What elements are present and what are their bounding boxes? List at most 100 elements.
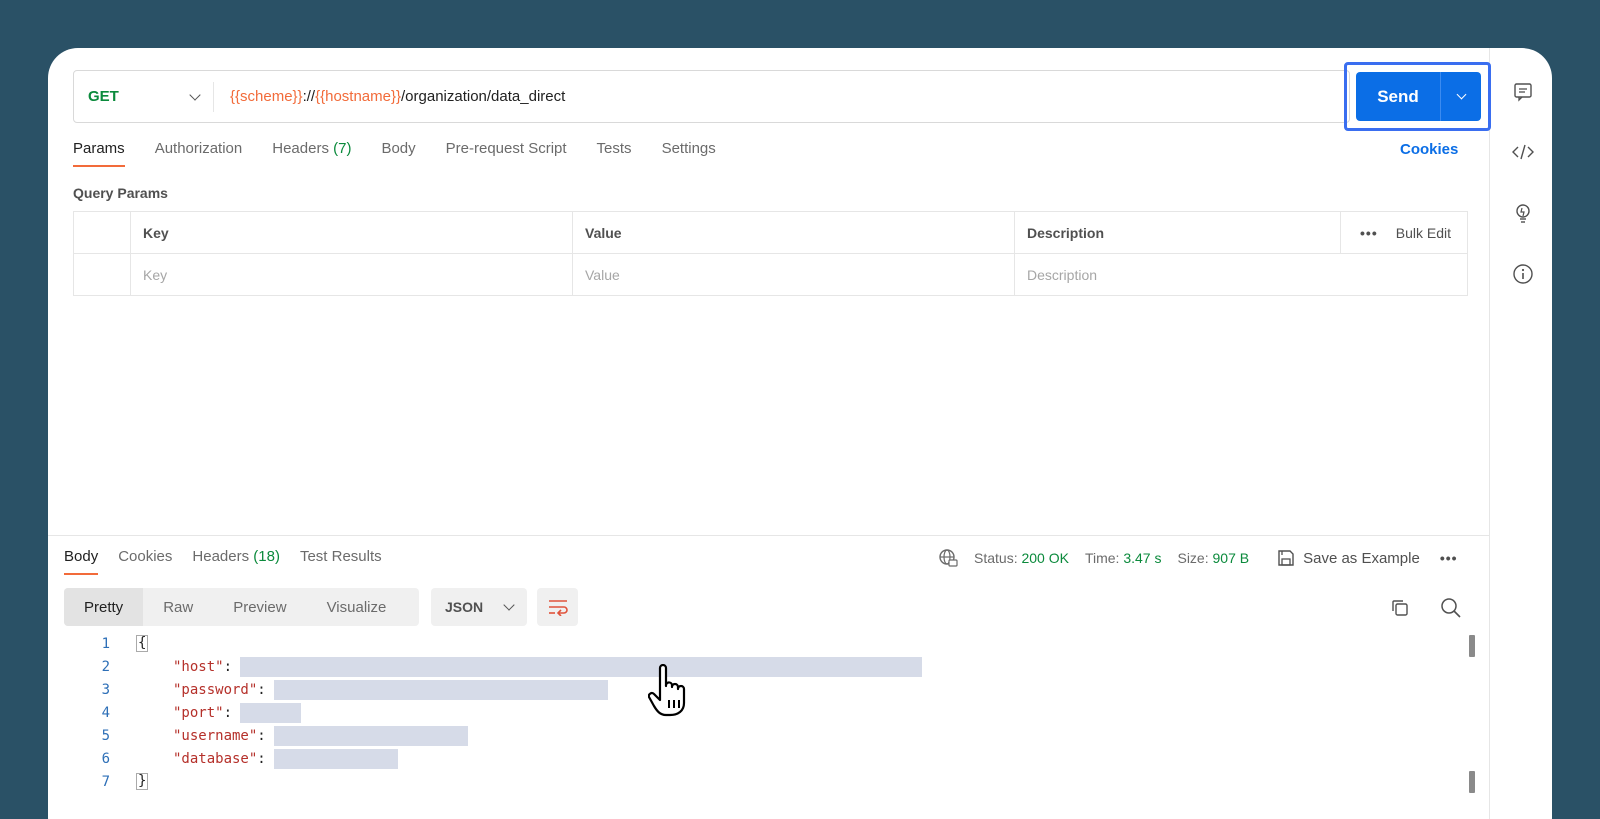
code-line: 1{: [64, 632, 1464, 655]
lightbulb-icon[interactable]: [1511, 201, 1535, 225]
table-row: Key Value Description: [74, 254, 1467, 296]
query-params-title: Query Params: [73, 185, 168, 201]
tab-headers[interactable]: Headers (7): [272, 140, 351, 167]
info-icon[interactable]: [1511, 262, 1535, 286]
chevron-down-icon: [503, 599, 515, 611]
response-divider[interactable]: [48, 535, 1489, 536]
code-line: 5 "username":: [64, 724, 1464, 747]
view-mode-visualize[interactable]: Visualize: [307, 588, 407, 626]
chevron-down-icon: [1456, 89, 1466, 100]
tab-label: Headers: [192, 548, 250, 565]
time-value: 3.47 s: [1123, 550, 1162, 566]
comments-icon[interactable]: [1511, 80, 1535, 104]
tab-label: Headers: [272, 140, 329, 157]
table-header-row: Key Value Description ••• Bulk Edit: [74, 212, 1467, 254]
json-key: "host":: [173, 658, 233, 675]
status-label: Status:: [974, 550, 1018, 566]
redacted-value: [274, 680, 608, 700]
view-mode-raw[interactable]: Raw: [143, 588, 213, 626]
response-tab-body[interactable]: Body: [64, 548, 99, 575]
bulk-edit-group: ••• Bulk Edit: [1341, 212, 1467, 253]
cookies-link[interactable]: Cookies: [1400, 141, 1458, 158]
send-button-group[interactable]: Send: [1356, 72, 1481, 121]
view-mode-preview[interactable]: Preview: [213, 588, 306, 626]
description-input[interactable]: Description: [1015, 254, 1467, 296]
json-colon: :: [223, 704, 233, 721]
method-select[interactable]: GET: [74, 81, 214, 112]
response-tabs: Body Cookies Headers (18) Test Results: [64, 548, 402, 575]
format-select[interactable]: JSON: [431, 588, 527, 626]
column-header-key: Key: [131, 212, 573, 253]
size-value: 907 B: [1212, 550, 1250, 566]
copy-icon[interactable]: [1390, 598, 1410, 618]
table-cell: [74, 212, 131, 253]
json-colon: :: [257, 750, 266, 767]
response-tab-test-results[interactable]: Test Results: [300, 548, 382, 575]
save-as-example-button[interactable]: Save as Example: [1277, 549, 1420, 567]
value-input[interactable]: Value: [573, 254, 1015, 296]
tab-count: (7): [328, 140, 352, 157]
tab-tests[interactable]: Tests: [597, 140, 632, 167]
status-field: Status: 200 OK: [974, 550, 1069, 566]
url-input[interactable]: {{scheme}}://{{hostname}}/organization/d…: [214, 88, 565, 105]
response-body-editor[interactable]: 1{ 2 "host": 3 "password": 4 "port": 5 "username…: [64, 632, 1464, 793]
tab-label: Pre-request Script: [445, 140, 567, 157]
send-options-button[interactable]: [1441, 72, 1481, 121]
tab-settings[interactable]: Settings: [662, 140, 716, 167]
url-variable: {{scheme}}: [230, 88, 303, 105]
tab-label: Tests: [596, 140, 632, 157]
line-number: 1: [101, 635, 110, 652]
line-number: 2: [101, 658, 110, 675]
json-colon: :: [257, 727, 266, 744]
view-mode-pretty[interactable]: Pretty: [64, 588, 144, 626]
time-label: Time:: [1084, 550, 1120, 566]
code-line: 7}: [64, 770, 1464, 793]
key-input[interactable]: Key: [131, 254, 573, 296]
right-sidebar-divider: [1489, 48, 1490, 819]
response-status-bar: Status: 200 OK Time: 3.47 s Size: 907 B …: [938, 548, 1458, 568]
code-line: 6 "database":: [64, 747, 1464, 770]
request-tabs: Params Authorization Headers (7) Body Pre-re…: [73, 140, 746, 167]
bulk-edit-button[interactable]: Bulk Edit: [1396, 225, 1451, 241]
line-number: 3: [101, 681, 110, 698]
scrollbar-thumb[interactable]: [1469, 635, 1475, 657]
line-number: 4: [101, 704, 110, 721]
response-tab-cookies[interactable]: Cookies: [118, 548, 172, 575]
json-key: "password":: [173, 681, 266, 698]
tab-params[interactable]: Params: [73, 140, 125, 167]
search-icon[interactable]: [1440, 597, 1462, 619]
url-variable: {{hostname}}: [315, 88, 401, 105]
response-tab-headers[interactable]: Headers (18): [192, 548, 280, 575]
network-globe-icon[interactable]: [938, 548, 958, 568]
url-text: ://: [302, 88, 316, 105]
tab-label: Body: [381, 140, 416, 157]
code-line: 2 "host":: [64, 655, 1464, 678]
tab-body[interactable]: Body: [381, 140, 415, 167]
tab-pre-request-script[interactable]: Pre-request Script: [446, 140, 567, 167]
json-key: "port":: [173, 704, 233, 721]
tab-authorization[interactable]: Authorization: [155, 140, 243, 167]
more-options-icon[interactable]: •••: [1440, 550, 1458, 566]
code-snippet-icon[interactable]: [1511, 140, 1535, 164]
size-label: Size:: [1177, 550, 1209, 566]
json-key: "database":: [173, 750, 266, 767]
column-header-description: Description: [1015, 212, 1341, 253]
code-line: 4 "port":: [64, 701, 1464, 724]
tab-label: Body: [64, 548, 99, 565]
status-value: 200 OK: [1021, 550, 1069, 566]
url-bar[interactable]: GET {{scheme}}://{{hostname}}/organizati…: [73, 70, 1350, 123]
tab-count: (18): [249, 548, 280, 565]
more-options-icon[interactable]: •••: [1360, 225, 1378, 241]
line-number: 7: [101, 773, 110, 790]
redacted-value: [274, 749, 398, 769]
row-checkbox-cell[interactable]: [74, 254, 131, 296]
wrap-lines-button[interactable]: [537, 588, 578, 626]
json-brace: }: [136, 773, 149, 790]
query-params-table: Key Value Description ••• Bulk Edit Key …: [73, 211, 1468, 296]
scrollbar-thumb[interactable]: [1469, 771, 1475, 793]
json-colon: :: [257, 681, 266, 698]
tab-label: Authorization: [154, 140, 243, 157]
send-button[interactable]: Send: [1356, 72, 1441, 121]
view-mode-selector: Pretty Raw Preview Visualize: [64, 588, 419, 626]
wrap-lines-icon: [548, 600, 568, 616]
